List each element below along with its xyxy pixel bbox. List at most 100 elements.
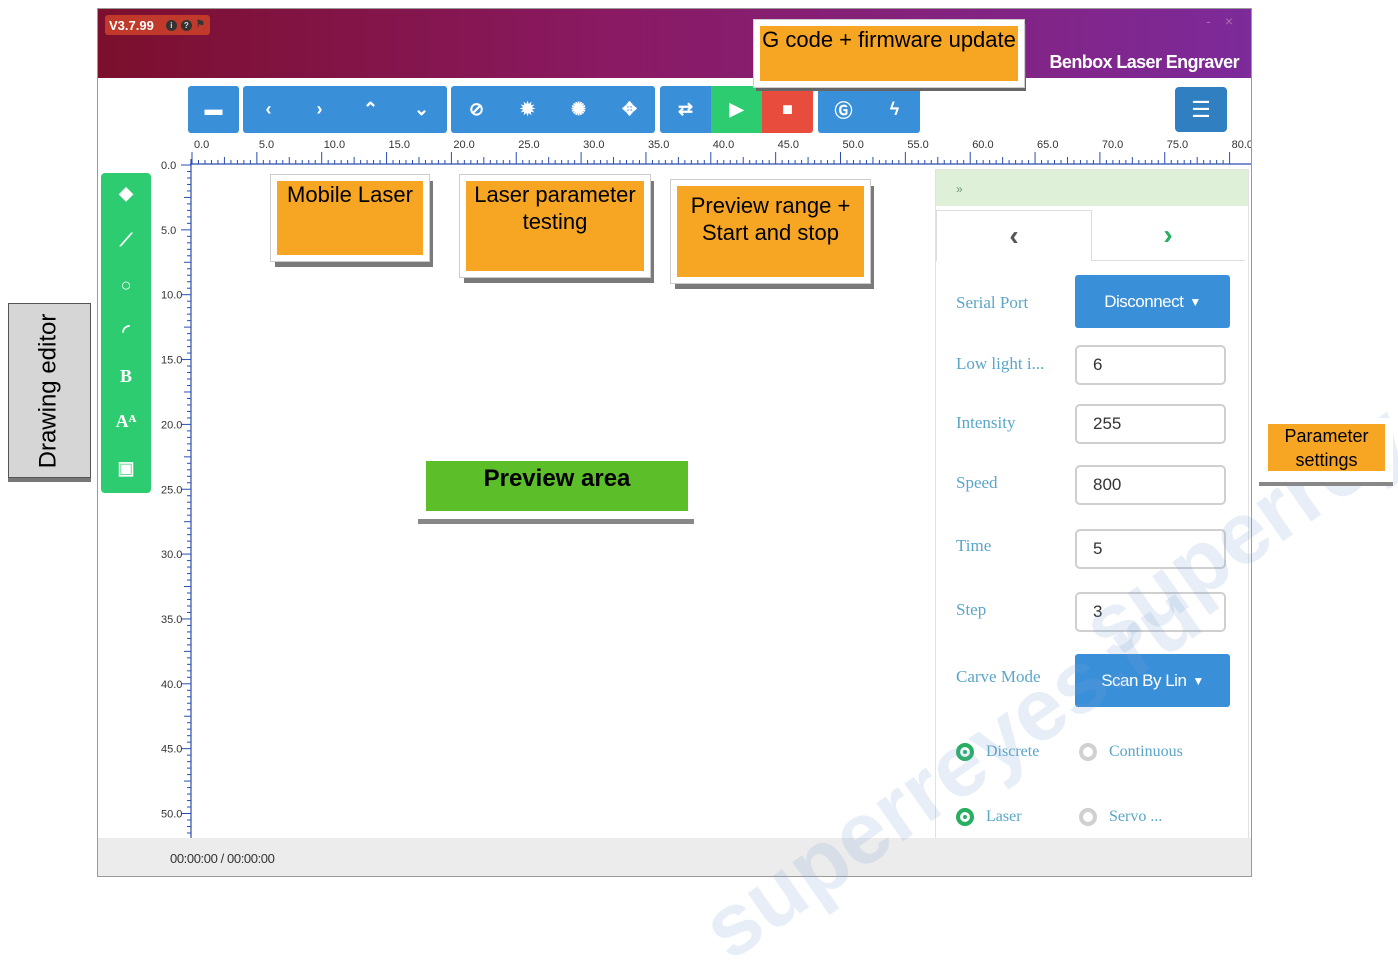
panel-collapse-bar[interactable]: » (936, 170, 1248, 206)
ruler-label: 20.0 (453, 139, 474, 151)
ruler-label: 80.0 (1232, 139, 1251, 151)
app-title: Benbox Laser Engraver (1049, 52, 1240, 72)
tab-prev[interactable]: ‹ (936, 210, 1092, 261)
serial-port-button-label: Disconnect (1104, 291, 1184, 311)
radio-laser-label: Laser (986, 808, 1022, 825)
crosshair-icon[interactable]: ✥ (604, 86, 655, 133)
panel-tabs: ‹ › (936, 210, 1248, 261)
ruler-label: 45.0 (778, 139, 799, 151)
ruler-label: 60.0 (972, 139, 993, 151)
line-icon[interactable]: ⟋ (101, 225, 151, 255)
serial-port-label: Serial Port (956, 293, 1029, 312)
radio-unchecked-icon (1079, 743, 1097, 761)
app-window: V3.7.99 i ? ⚑ - × Benbox Laser Engraver … (97, 8, 1252, 877)
ruler-label: 50.0 (843, 139, 864, 151)
tab-next[interactable]: › (1091, 210, 1245, 261)
tag-icon[interactable]: ◆ (101, 178, 151, 208)
menu-button[interactable]: ☰ (1175, 87, 1227, 132)
ruler-label: 25.0 (518, 139, 539, 151)
gcode-icon[interactable]: Ⓖ (818, 86, 869, 133)
ruler-label: 40.0 (713, 139, 734, 151)
low-light-input[interactable]: 6 (1075, 345, 1226, 385)
ruler-label: 70.0 (1102, 139, 1123, 151)
lightning-icon[interactable]: ϟ (869, 86, 920, 133)
ruler-label: 35.0 (161, 614, 182, 626)
folder-open-icon[interactable]: ▬ (188, 86, 239, 133)
window-controls: - × (1206, 13, 1233, 29)
ruler-label: 5.0 (259, 139, 274, 151)
version-badge: V3.7.99 i ? ⚑ (105, 15, 210, 35)
preview-range-icon[interactable]: ⇄ (660, 86, 711, 133)
step-label: Step (956, 600, 987, 619)
callout-preview-range: Preview range + Start and stop (670, 179, 871, 284)
sun-dim-icon[interactable]: ✹ (502, 86, 553, 133)
callout-gcode: G code + firmware update (753, 19, 1025, 88)
caret-down-icon: ▼ (1189, 294, 1201, 309)
ruler-label: 55.0 (907, 139, 928, 151)
arc-icon[interactable]: ◜ (101, 316, 151, 346)
chevron-right-icon[interactable]: › (294, 86, 345, 133)
preview-area-label: Preview area (426, 461, 688, 511)
callout-parameter-settings: Parameter settings (1259, 418, 1393, 482)
circle-icon[interactable]: ○ (101, 270, 151, 300)
caret-down-icon: ▼ (1192, 673, 1204, 688)
low-light-label: Low light i... (956, 354, 1045, 373)
toolbar-group-file: ▬ (188, 86, 239, 133)
minimize-button[interactable]: - (1206, 13, 1211, 29)
toolbar-group-laser-test: ⊘ ✹ ✺ ✥ (451, 86, 655, 133)
toolbar: ▬ ‹ › ⌃ ⌄ ⊘ ✹ ✺ ✥ ⇄ ▶ ■ Ⓖ ϟ (188, 86, 920, 133)
callout-preview-area: Preview area (418, 455, 694, 519)
ruler-label: 75.0 (1167, 139, 1188, 151)
play-icon[interactable]: ▶ (711, 86, 762, 133)
vertical-ruler: 0.0 5.0 10.0 15.0 20.0 25.0 30.0 35.0 40.0 45.0 50… (161, 159, 192, 844)
title-bar: V3.7.99 i ? ⚑ - × Benbox Laser Engraver (98, 9, 1251, 78)
close-button[interactable]: × (1225, 13, 1233, 29)
chevron-up-icon[interactable]: ⌃ (345, 86, 396, 133)
ruler-label: 45.0 (161, 744, 182, 756)
sun-bright-icon[interactable]: ✺ (553, 86, 604, 133)
ruler-label: 20.0 (161, 419, 182, 431)
callout-mobile-laser: Mobile Laser (270, 174, 430, 262)
ruler-label: 30.0 (161, 549, 182, 561)
intensity-input[interactable]: 255 (1075, 404, 1226, 444)
help-icon[interactable]: ? (180, 19, 192, 31)
image-icon[interactable]: ▣ (101, 453, 151, 483)
flag-icon[interactable]: ⚑ (196, 20, 206, 30)
timer-readout: 00:00:00 / 00:00:00 (170, 851, 275, 866)
radio-continuous-label: Continuous (1109, 743, 1183, 760)
radio-unchecked-icon (1079, 808, 1097, 826)
font-size-icon[interactable]: Aᴬ (101, 406, 151, 436)
ruler-label: 65.0 (1037, 139, 1058, 151)
intensity-label: Intensity (956, 413, 1016, 432)
toolbar-group-run: ⇄ ▶ ■ (660, 86, 813, 133)
ban-icon[interactable]: ⊘ (451, 86, 502, 133)
ruler-label: 35.0 (648, 139, 669, 151)
toolbar-group-move: ‹ › ⌃ ⌄ (243, 86, 447, 133)
ruler-label: 40.0 (161, 679, 182, 691)
time-label: Time (956, 536, 992, 555)
ruler-label: 10.0 (161, 290, 182, 302)
ruler-label: 0.0 (161, 160, 176, 172)
bold-text-icon[interactable]: B (101, 361, 151, 391)
toolbar-group-gcode: Ⓖ ϟ (818, 86, 920, 133)
callout-laser-param: Laser parameter testing (459, 174, 651, 278)
horizontal-ruler: 0.0 5.0 10.0 15.0 20.0 25.0 30.0 35.0 40.0 45.0 50… (190, 139, 1251, 165)
serial-port-button[interactable]: Disconnect ▼ (1075, 275, 1230, 328)
ruler-label: 15.0 (389, 139, 410, 151)
radio-continuous[interactable]: Continuous (1079, 743, 1183, 761)
parameter-settings-label: Parameter settings (1268, 424, 1385, 471)
chevron-down-icon[interactable]: ⌄ (396, 86, 447, 133)
version-label: V3.7.99 (109, 17, 154, 33)
callout-drawing-editor: Drawing editor (8, 303, 91, 478)
stop-icon[interactable]: ■ (762, 86, 813, 133)
ruler-label: 25.0 (161, 484, 182, 496)
ruler-label: 0.0 (194, 139, 209, 151)
collapse-icon[interactable]: » (956, 182, 963, 196)
ruler-label: 15.0 (161, 355, 182, 367)
chevron-left-icon[interactable]: ‹ (243, 86, 294, 133)
info-icon[interactable]: i (165, 19, 177, 31)
ruler-label: 5.0 (161, 225, 176, 237)
ruler-label: 10.0 (324, 139, 345, 151)
drawing-editor-label: Drawing editor (34, 313, 62, 469)
radio-servo[interactable]: Servo ... (1079, 808, 1162, 826)
